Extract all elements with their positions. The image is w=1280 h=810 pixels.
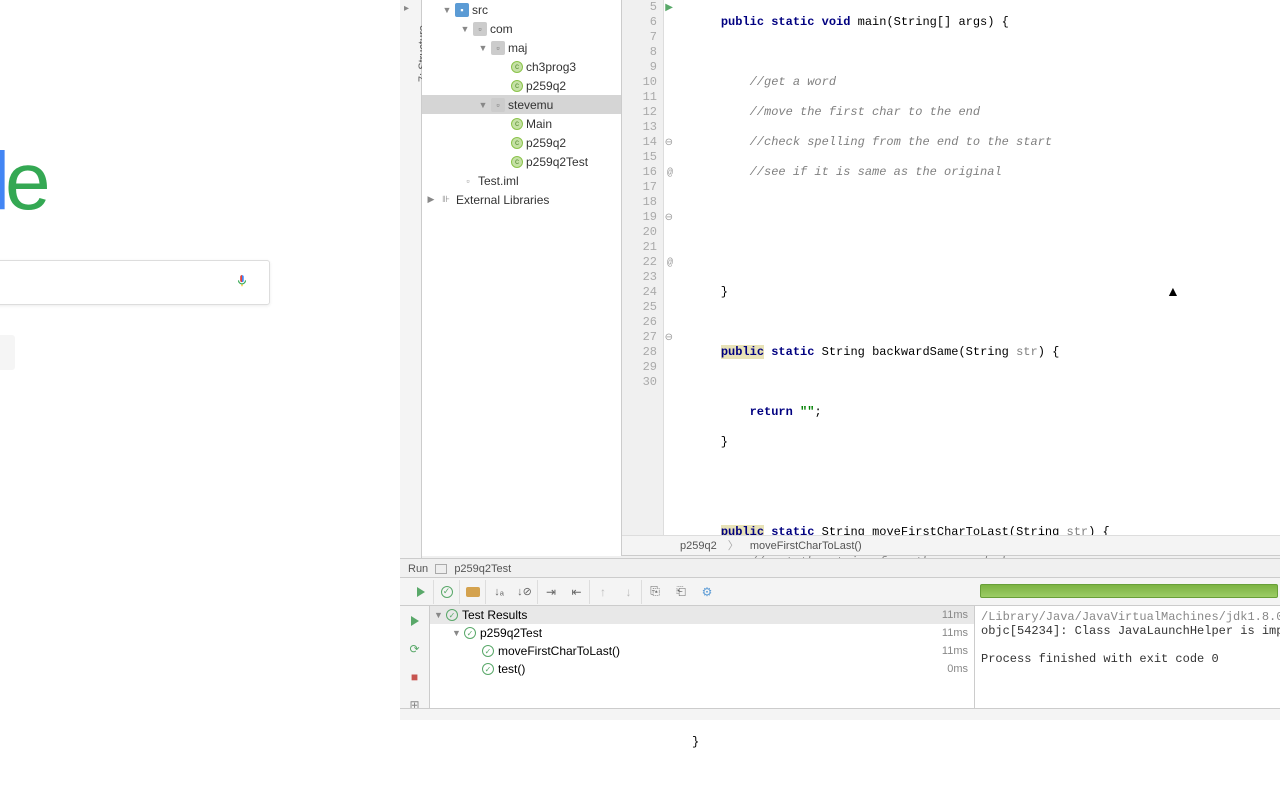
run-gutter-icon[interactable]: ▶ <box>665 1 673 16</box>
tree-class-main[interactable]: cMain <box>422 114 621 133</box>
test-label: moveFirstCharToLast() <box>498 644 620 658</box>
ide-window: ▸ 7: Structure 2: Favorites ★ » ▼▪src ▼▫… <box>400 0 1280 720</box>
toggle-ignored-button[interactable] <box>460 580 486 604</box>
tree-folder-com[interactable]: ▼▫com <box>422 19 621 38</box>
microphone-icon[interactable] <box>235 271 251 295</box>
tree-label: External Libraries <box>456 193 549 207</box>
breadcrumb-class[interactable]: p259q2 <box>680 540 717 552</box>
tree-folder-stevemu[interactable]: ▼▫stevemu <box>422 95 621 114</box>
run-config-name: p259q2Test <box>454 563 511 575</box>
tree-label: ch3prog3 <box>526 60 576 74</box>
breadcrumb-method[interactable]: moveFirstCharToLast() <box>750 540 862 552</box>
test-results-panel[interactable]: ⟳ ■ ⊞ ▼✓ Test Results 11ms ▼✓ p259q2Test… <box>430 606 975 708</box>
tree-label: p259q2 <box>526 79 566 93</box>
export-button[interactable]: ⎘ <box>642 580 668 604</box>
code-area[interactable]: public static void main(String[] args) {… <box>664 0 1280 535</box>
search-input[interactable] <box>0 260 270 305</box>
editor-gutter: 5▶ 678 91011 1213 14⊖ 15 16@ 1718 19⊖ 20… <box>622 0 664 535</box>
structure-icon: ▸ <box>404 3 409 14</box>
browser-google-homepage: oogle I'm Feeling Lucky <box>0 0 400 720</box>
toggle-passed-button[interactable]: ✓ <box>434 580 460 604</box>
tree-external-libraries[interactable]: ▶⊪External Libraries <box>422 190 621 209</box>
test-progress-bar <box>980 584 1278 598</box>
mouse-cursor-icon: ▲ <box>1166 283 1180 299</box>
feeling-lucky-button[interactable]: I'm Feeling Lucky <box>0 335 15 370</box>
console-output[interactable]: /Library/Java/JavaVirtualMachines/jdk1.8… <box>975 606 1280 708</box>
tree-file-iml[interactable]: ▫Test.iml <box>422 171 621 190</box>
tree-label: maj <box>508 41 527 55</box>
tree-label: p259q2Test <box>526 155 588 169</box>
test-time: 11ms <box>942 609 968 621</box>
rerun-button[interactable] <box>408 580 434 604</box>
tree-label: p259q2 <box>526 136 566 150</box>
test-suite[interactable]: ▼✓ p259q2Test 11ms <box>430 624 974 642</box>
tree-class-p259q2-maj[interactable]: cp259q2 <box>422 76 621 95</box>
tree-class-p259q2test[interactable]: cp259q2Test <box>422 152 621 171</box>
collapse-all-button[interactable]: ⇤ <box>564 580 590 604</box>
stop-side-button[interactable]: ■ <box>402 664 428 690</box>
code-editor[interactable]: 5▶ 678 91011 1213 14⊖ 15 16@ 1718 19⊖ 20… <box>622 0 1280 535</box>
run-label: Run <box>408 563 428 575</box>
sort-duration-button[interactable]: ↓⊘ <box>512 580 538 604</box>
tree-folder-maj[interactable]: ▼▫maj <box>422 38 621 57</box>
tree-class-ch3prog3[interactable]: cch3prog3 <box>422 57 621 76</box>
run-toolbar: ✓ ↓ₐ ↓⊘ ⇥ ⇤ ↑ ↓ ⎘ ⎗ ⚙ <box>400 578 1280 606</box>
tree-class-p259q2[interactable]: cp259q2 <box>422 133 621 152</box>
test-time: 0ms <box>947 663 968 675</box>
test-case-1[interactable]: ✓ moveFirstCharToLast() 11ms <box>430 642 974 660</box>
test-label: test() <box>498 662 525 676</box>
settings-button[interactable]: ⚙ <box>694 580 720 604</box>
debug-side-button[interactable]: ⟳ <box>402 636 428 662</box>
sort-button[interactable]: ↓ₐ <box>486 580 512 604</box>
next-failed-button[interactable]: ↓ <box>616 580 642 604</box>
tree-label: Main <box>526 117 552 131</box>
bottom-strip <box>400 708 1280 720</box>
test-time: 11ms <box>942 627 968 639</box>
test-case-2[interactable]: ✓ test() 0ms <box>430 660 974 678</box>
rerun-side-button[interactable] <box>402 608 428 634</box>
google-logo: oogle <box>0 135 46 229</box>
import-button[interactable]: ⎗ <box>668 580 694 604</box>
project-tree[interactable]: ▼▪src ▼▫com ▼▫maj cch3prog3 cp259q2 ▼▫st… <box>422 0 622 556</box>
chevron-right-icon: 〉 <box>728 540 739 552</box>
tree-label: stevemu <box>508 98 553 112</box>
test-side-toolbar: ⟳ ■ ⊞ <box>400 606 430 708</box>
run-panel-tab[interactable]: Run p259q2Test <box>400 558 1280 578</box>
prev-failed-button[interactable]: ↑ <box>590 580 616 604</box>
tree-folder-src[interactable]: ▼▪src <box>422 0 621 19</box>
run-config-icon <box>435 564 447 574</box>
test-label: Test Results <box>462 608 527 622</box>
breadcrumb[interactable]: p259q2 〉 moveFirstCharToLast() <box>622 535 1280 556</box>
test-time: 11ms <box>942 645 968 657</box>
test-root[interactable]: ▼✓ Test Results 11ms <box>430 606 974 624</box>
expand-all-button[interactable]: ⇥ <box>538 580 564 604</box>
tree-label: com <box>490 22 513 36</box>
tree-label: Test.iml <box>478 174 519 188</box>
test-label: p259q2Test <box>480 626 542 640</box>
tree-label: src <box>472 3 488 17</box>
